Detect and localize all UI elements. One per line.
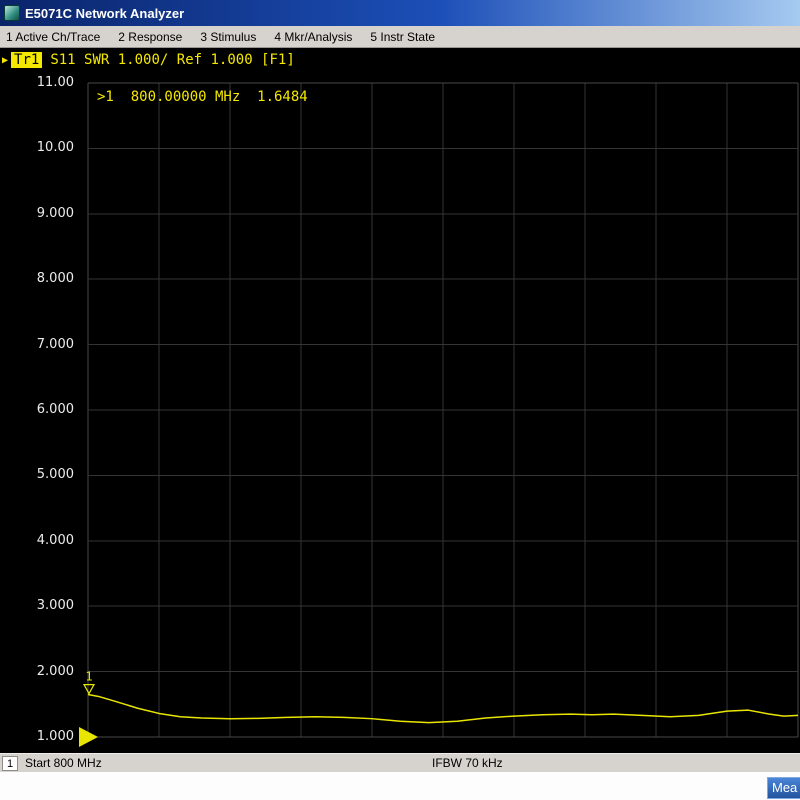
active-trace-arrow-icon: ▶	[2, 55, 8, 66]
y-axis-label: 4.000	[0, 532, 74, 550]
display-area: ▶ Tr1 S11 SWR 1.000/ Ref 1.000 [F1] 11.0…	[0, 48, 800, 753]
y-axis-label: 2.000	[0, 663, 74, 681]
menu-instr-state[interactable]: 5 Instr State	[370, 30, 435, 44]
swr-plot: 1	[88, 83, 798, 737]
y-axis-label: 10.00	[0, 139, 74, 157]
marker1-readout: >1 800.00000 MHz 1.6484	[97, 89, 308, 105]
y-axis-label: 5.000	[0, 466, 74, 484]
svg-text:1: 1	[85, 670, 92, 684]
y-axis-label: 9.000	[0, 205, 74, 223]
window-title: E5071C Network Analyzer	[25, 6, 184, 21]
menu-mkr-analysis[interactable]: 4 Mkr/Analysis	[274, 30, 352, 44]
window-titlebar[interactable]: E5071C Network Analyzer	[0, 0, 800, 26]
trace-status-bar: ▶ Tr1 S11 SWR 1.000/ Ref 1.000 [F1]	[2, 52, 295, 68]
bottom-strip: Mea	[0, 772, 800, 800]
trace1-label[interactable]: Tr1	[11, 52, 42, 68]
channel-number-badge: 1	[2, 756, 18, 771]
y-axis-label: 1.000	[0, 728, 74, 746]
y-axis-label: 11.00	[0, 74, 74, 92]
menu-response[interactable]: 2 Response	[118, 30, 182, 44]
ifbw-label: IFBW 70 kHz	[432, 756, 503, 770]
y-axis-label: 3.000	[0, 597, 74, 615]
meas-softkey-button[interactable]: Mea	[767, 777, 800, 799]
y-axis-label: 6.000	[0, 401, 74, 419]
y-axis-label: 8.000	[0, 270, 74, 288]
menu-active-ch-trace[interactable]: 1 Active Ch/Trace	[6, 30, 100, 44]
start-frequency-label: Start 800 MHz	[25, 756, 102, 770]
app-icon	[4, 5, 20, 21]
trace1-format-info: S11 SWR 1.000/ Ref 1.000 [F1]	[50, 52, 294, 68]
status-bar: 1 Start 800 MHz IFBW 70 kHz	[0, 753, 800, 772]
menu-stimulus[interactable]: 3 Stimulus	[200, 30, 256, 44]
y-axis-scale: 11.0010.009.0008.0007.0006.0005.0004.000…	[0, 83, 82, 737]
plot-area[interactable]: 1 >1 800.00000 MHz 1.6484	[88, 83, 798, 737]
menu-bar: 1 Active Ch/Trace 2 Response 3 Stimulus …	[0, 26, 800, 48]
vna-screen: E5071C Network Analyzer 1 Active Ch/Trac…	[0, 0, 800, 800]
y-axis-label: 7.000	[0, 336, 74, 354]
